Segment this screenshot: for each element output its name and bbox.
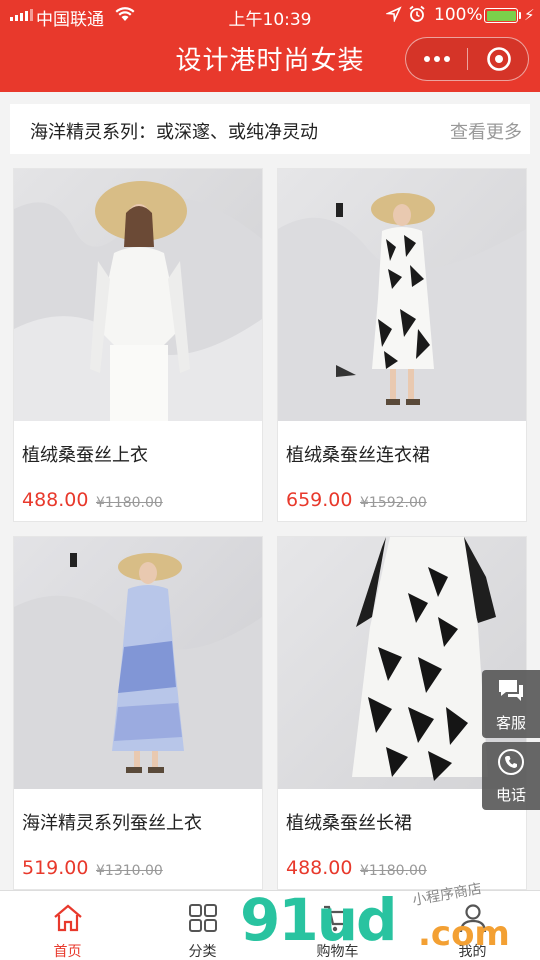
tab-cart[interactable]: 购物车 bbox=[270, 891, 405, 960]
battery-icon bbox=[484, 8, 518, 23]
product-price: 488.00 bbox=[22, 489, 89, 511]
customer-service-button[interactable]: 客服 bbox=[482, 670, 540, 738]
more-icon[interactable] bbox=[406, 38, 467, 80]
alarm-icon bbox=[409, 5, 425, 22]
customer-service-label: 客服 bbox=[495, 714, 526, 732]
tab-home-label: 首页 bbox=[53, 944, 82, 960]
product-name: 植绒桑蚕丝连衣裙 bbox=[286, 445, 430, 466]
section-title: 海洋精灵系列：或深邃、或纯净灵动 bbox=[30, 122, 318, 143]
user-icon bbox=[459, 904, 486, 933]
tab-bar: 首页 分类 购物车 我的 bbox=[0, 890, 540, 960]
view-more-link[interactable]: 查看更多 bbox=[450, 118, 522, 144]
product-image bbox=[278, 169, 526, 421]
product-card[interactable]: 植绒桑蚕丝连衣裙 659.00 ¥1592.00 bbox=[277, 168, 527, 522]
phone-button[interactable]: 电话 bbox=[482, 742, 540, 810]
product-original-price: ¥1180.00 bbox=[360, 863, 427, 879]
tab-profile-label: 我的 bbox=[458, 944, 487, 960]
product-name: 植绒桑蚕丝上衣 bbox=[22, 445, 148, 466]
grid-icon bbox=[188, 904, 217, 932]
product-card[interactable]: 海洋精灵系列蚕丝上衣 519.00 ¥1310.00 bbox=[13, 536, 263, 890]
cart-icon bbox=[323, 905, 352, 932]
charging-icon: ⚡ bbox=[524, 6, 535, 24]
tab-category[interactable]: 分类 bbox=[135, 891, 270, 960]
battery-tip bbox=[519, 12, 521, 19]
product-original-price: ¥1180.00 bbox=[96, 495, 163, 511]
product-price: 659.00 bbox=[286, 489, 353, 511]
tab-cart-label: 购物车 bbox=[316, 944, 359, 960]
tab-category-label: 分类 bbox=[188, 944, 217, 960]
product-image bbox=[14, 169, 262, 421]
phone-label: 电话 bbox=[495, 786, 526, 804]
product-original-price: ¥1310.00 bbox=[96, 863, 163, 879]
product-image bbox=[14, 537, 262, 789]
tab-home[interactable]: 首页 bbox=[0, 891, 135, 960]
phone-icon bbox=[498, 749, 524, 775]
product-price: 488.00 bbox=[286, 857, 353, 879]
battery-percent: 100% bbox=[434, 5, 483, 25]
product-price: 519.00 bbox=[22, 857, 89, 879]
status-bar: 中国联通 上午10:39 100% ⚡ bbox=[0, 0, 540, 30]
chat-icon bbox=[499, 680, 523, 701]
product-name: 海洋精灵系列蚕丝上衣 bbox=[22, 813, 202, 834]
product-name: 植绒桑蚕丝长裙 bbox=[286, 813, 412, 834]
tab-profile[interactable]: 我的 bbox=[405, 891, 540, 960]
top-bar: 中国联通 上午10:39 100% ⚡ 设计港时尚女装 bbox=[0, 0, 540, 92]
home-icon bbox=[53, 904, 82, 932]
section-header: 海洋精灵系列：或深邃、或纯净灵动 查看更多 bbox=[10, 104, 530, 154]
product-card[interactable]: 植绒桑蚕丝上衣 488.00 ¥1180.00 bbox=[13, 168, 263, 522]
miniprogram-capsule bbox=[405, 37, 529, 81]
location-icon bbox=[386, 6, 402, 22]
product-original-price: ¥1592.00 bbox=[360, 495, 427, 511]
close-icon[interactable] bbox=[468, 38, 529, 80]
